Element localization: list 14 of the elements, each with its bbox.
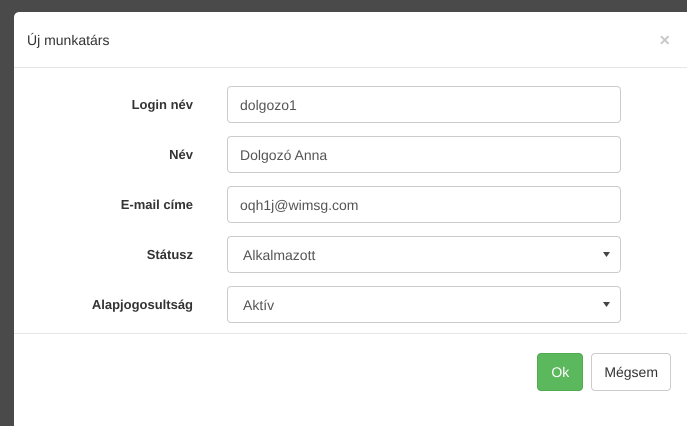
field-label: Név	[168, 147, 194, 162]
select-field[interactable]: Alkalmazott	[227, 236, 621, 273]
cancel-button[interactable]: Mégsem	[591, 353, 671, 391]
caret-icon	[603, 302, 610, 307]
field-label: E-mail címe	[120, 197, 194, 212]
dialog-title: Új munkatárs	[27, 32, 110, 48]
select-field[interactable]: Aktív	[227, 286, 621, 323]
field-label: Státusz	[146, 247, 194, 262]
caret-icon	[603, 252, 610, 257]
input-field[interactable]: Dolgozó Anna	[227, 136, 621, 173]
field-label: Login név	[130, 97, 194, 112]
input-field[interactable]: oqh1j@wimsg.com	[227, 186, 621, 223]
field-label: Alapjogosultság	[90, 297, 194, 312]
input-field[interactable]: dolgozo1	[227, 86, 621, 123]
